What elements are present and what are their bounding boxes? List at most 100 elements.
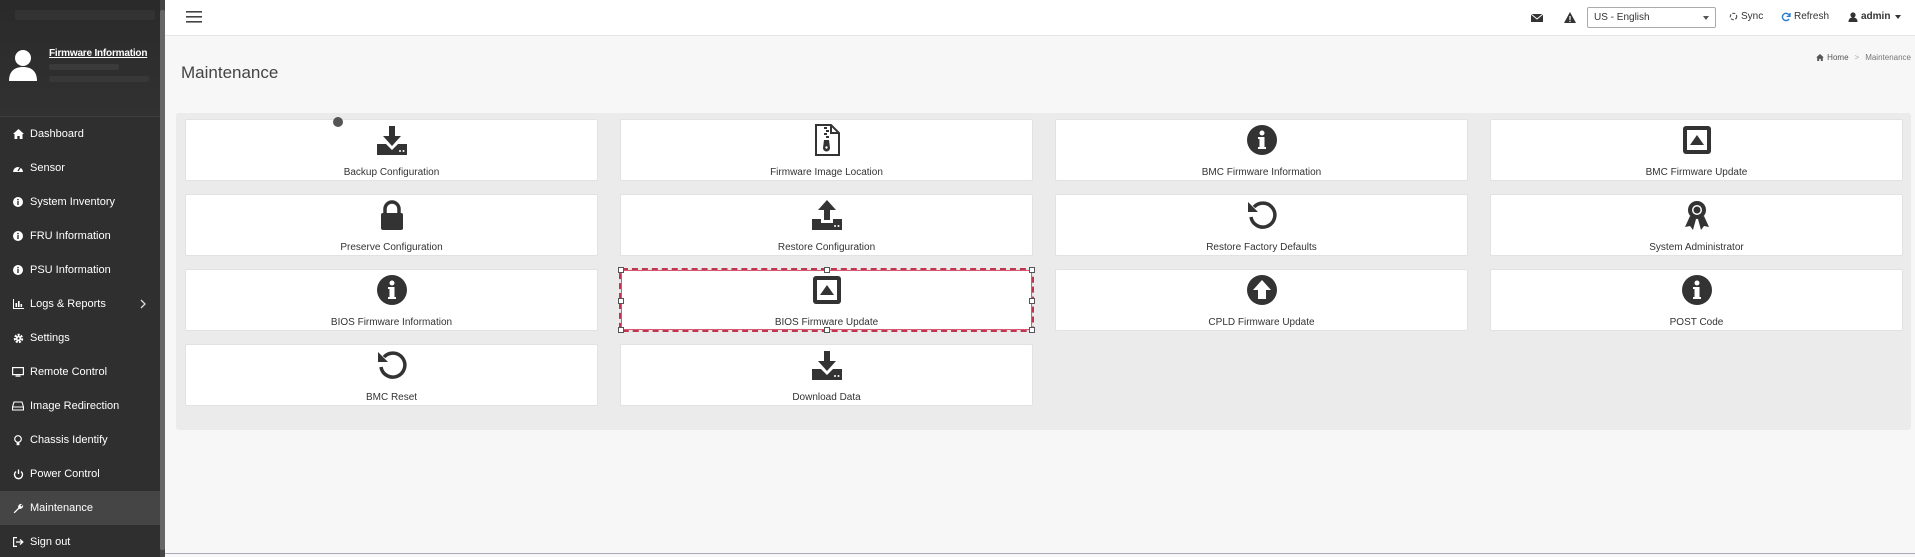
tile-restore-configuration[interactable]: Restore Configuration (620, 194, 1033, 256)
sidebar-scroll-thumb[interactable] (160, 10, 165, 550)
selection-handle[interactable] (618, 298, 624, 304)
breadcrumb-separator-icon: > (1854, 53, 1860, 62)
info-icon (12, 264, 24, 276)
sync-label: Sync (1741, 11, 1764, 22)
tile-label: Restore Factory Defaults (1206, 242, 1317, 253)
undo-icon (376, 349, 408, 381)
tile-preserve-configuration[interactable]: Preserve Configuration (185, 194, 598, 256)
sidebar-item-power-control[interactable]: Power Control (0, 457, 160, 491)
selection-handle[interactable] (618, 327, 624, 333)
user-icon (1848, 11, 1858, 22)
tile-restore-factory-defaults[interactable]: Restore Factory Defaults (1055, 194, 1468, 256)
tile-label: Firmware Image Location (770, 167, 883, 178)
sidebar-item-dashboard[interactable]: Dashboard (0, 117, 160, 151)
chevron-down-icon (1703, 16, 1709, 20)
selection-handle[interactable] (1029, 298, 1035, 304)
sidebar-item-label: Sign out (30, 536, 71, 548)
sidebar-item-psu-information[interactable]: PSU Information (0, 253, 160, 287)
selection-handle[interactable] (618, 267, 624, 273)
sidebar-scrollbar[interactable] (160, 0, 165, 557)
tile-bmc-reset[interactable]: BMC Reset (185, 344, 598, 406)
sidebar-profile: Firmware Information (0, 0, 165, 117)
sidebar-item-label: System Inventory (30, 196, 115, 208)
user-menu-button[interactable]: admin (1848, 11, 1902, 22)
breadcrumb-current: Maintenance (1865, 53, 1911, 62)
eject-box-icon (1681, 124, 1713, 156)
sidebar-item-logs-reports[interactable]: Logs & Reports (0, 287, 160, 321)
sidebar-item-chassis-identify[interactable]: Chassis Identify (0, 423, 160, 457)
warning-icon[interactable] (1563, 11, 1577, 25)
drive-icon (12, 400, 24, 412)
lightbulb-icon (12, 434, 24, 446)
selection-handle[interactable] (824, 267, 830, 273)
breadcrumb: Home > Maintenance (1816, 53, 1911, 62)
language-select[interactable]: US - English (1587, 7, 1716, 28)
undo-icon (1246, 199, 1278, 231)
info-icon (376, 274, 408, 306)
tile-label: Download Data (792, 392, 861, 403)
tile-bios-firmware-update[interactable]: BIOS Firmware Update (618, 267, 1035, 333)
tile-system-administrator[interactable]: System Administrator (1490, 194, 1903, 256)
sidebar-item-label: Power Control (30, 468, 100, 480)
sidebar-item-label: PSU Information (30, 264, 111, 276)
sidebar-item-label: Remote Control (30, 366, 108, 378)
firmware-information-link[interactable]: Firmware Information (49, 48, 147, 59)
selection-handle[interactable] (1029, 327, 1035, 333)
tile-label: Backup Configuration (343, 167, 440, 178)
tile-label: Preserve Configuration (340, 242, 443, 253)
info-icon (12, 230, 24, 242)
sidebar-item-system-inventory[interactable]: System Inventory (0, 185, 160, 219)
gauge-icon (12, 162, 24, 174)
sidebar-item-label: Dashboard (30, 128, 84, 140)
tile-download-data[interactable]: Download Data (620, 344, 1033, 406)
eject-box-icon (811, 274, 843, 306)
tile-label: BIOS Firmware Information (330, 317, 453, 328)
chevron-down-icon (1895, 14, 1902, 19)
sidebar-item-settings[interactable]: Settings (0, 321, 160, 355)
sidebar-item-fru-information[interactable]: FRU Information (0, 219, 160, 253)
sidebar-item-sensor[interactable]: Sensor (0, 151, 160, 185)
refresh-icon (1781, 12, 1791, 21)
tile-bmc-firmware-update[interactable]: BMC Firmware Update (1490, 119, 1903, 181)
sidebar-item-image-redirection[interactable]: Image Redirection (0, 389, 160, 423)
zip-file-icon (811, 124, 843, 156)
tile-post-code[interactable]: POST Code (1490, 269, 1903, 331)
wrench-icon (12, 502, 24, 514)
selection-handle[interactable] (1029, 267, 1035, 273)
chevron-right-icon (140, 299, 146, 309)
selection-handle[interactable] (824, 327, 830, 333)
home-icon (1816, 54, 1825, 61)
tile-bmc-firmware-information[interactable]: BMC Firmware Information (1055, 119, 1468, 181)
bar-chart-icon (12, 298, 24, 310)
user-avatar-icon (9, 50, 37, 81)
hamburger-menu-icon[interactable] (186, 11, 202, 23)
tile-firmware-image-location[interactable]: Firmware Image Location (620, 119, 1033, 181)
tile-label: BMC Firmware Information (1201, 167, 1322, 178)
tile-label: System Administrator (1649, 242, 1744, 253)
info-icon (12, 196, 24, 208)
sidebar-item-label: Chassis Identify (30, 434, 108, 446)
info-icon (1246, 124, 1278, 156)
sidebar-brand-blur (15, 10, 155, 20)
info-icon (1681, 274, 1713, 306)
user-label: admin (1861, 11, 1891, 22)
language-select-value: US - English (1594, 12, 1650, 23)
monitor-icon (12, 366, 24, 378)
tile-bios-firmware-information[interactable]: BIOS Firmware Information (185, 269, 598, 331)
sidebar-menu: Dashboard Sensor System Inventory FRU In… (0, 117, 160, 557)
sidebar-item-sign-out[interactable]: Sign out (0, 525, 160, 557)
lock-icon (376, 199, 408, 231)
bottom-border (165, 553, 1915, 554)
envelope-icon[interactable] (1530, 11, 1544, 25)
sidebar-item-maintenance[interactable]: Maintenance (0, 491, 160, 525)
refresh-button[interactable]: Refresh (1781, 11, 1829, 22)
download-icon (376, 124, 408, 156)
sync-button[interactable]: Sync (1729, 11, 1763, 22)
breadcrumb-home-link[interactable]: Home (1827, 53, 1848, 62)
tile-label: Restore Configuration (777, 242, 876, 253)
gear-icon (12, 332, 24, 344)
sidebar-item-remote-control[interactable]: Remote Control (0, 355, 160, 389)
tile-cpld-firmware-update[interactable]: CPLD Firmware Update (1055, 269, 1468, 331)
tile-backup-configuration[interactable]: Backup Configuration (185, 119, 598, 181)
power-icon (12, 468, 24, 480)
